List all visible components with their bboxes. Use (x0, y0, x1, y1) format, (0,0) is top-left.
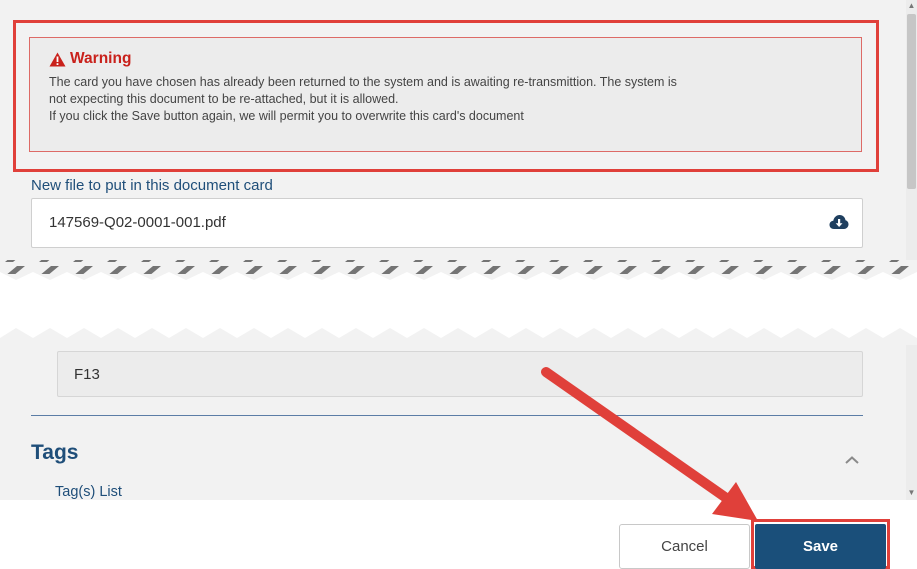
section-divider (31, 415, 863, 416)
warning-title-text: Warning (70, 50, 132, 67)
warning-triangle-icon (49, 52, 66, 66)
warning-message: The card you have chosen has already bee… (49, 74, 844, 125)
warning-line-3: If you click the Save button again, we w… (49, 109, 524, 123)
readonly-field-value: F13 (74, 366, 100, 383)
cloud-download-icon[interactable] (829, 214, 849, 235)
warning-line-1: The card you have chosen has already bee… (49, 75, 677, 89)
warning-title: Warning (49, 50, 844, 68)
readonly-field: F13 (57, 351, 863, 397)
file-upload-field[interactable]: 147569-Q02-0001-001.pdf (31, 198, 863, 248)
warning-line-2: not expecting this document to be re-att… (49, 92, 399, 106)
save-button[interactable]: Save (755, 524, 886, 569)
new-file-label: New file to put in this document card (31, 177, 273, 194)
torn-edge-divider (0, 260, 917, 345)
warning-alert: Warning The card you have chosen has alr… (29, 37, 862, 152)
chevron-up-icon[interactable] (844, 452, 860, 470)
tag-list-label: Tag(s) List (55, 484, 122, 500)
scroll-up-icon[interactable]: ▲ (907, 1, 916, 11)
scroll-down-icon[interactable]: ▼ (907, 488, 916, 498)
tags-section-title: Tags (31, 441, 79, 464)
cancel-button[interactable]: Cancel (619, 524, 750, 569)
scrollbar-thumb[interactable] (907, 14, 916, 189)
file-name-value: 147569-Q02-0001-001.pdf (49, 214, 226, 231)
